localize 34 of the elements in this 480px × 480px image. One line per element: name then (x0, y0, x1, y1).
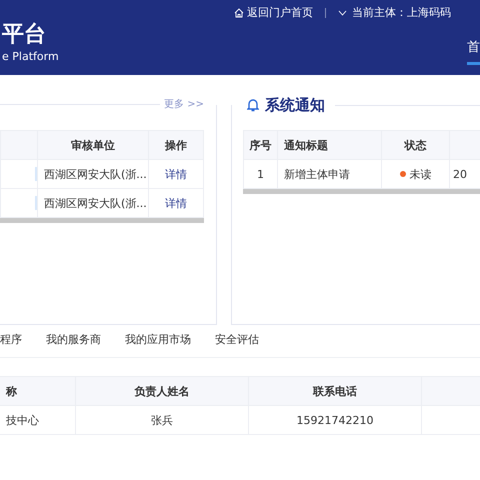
tab[interactable]: 我的服务商 (46, 331, 101, 349)
chevron-down-icon (338, 10, 347, 16)
status-text: 未读 (410, 166, 432, 182)
tab[interactable]: 安全评估 (215, 331, 259, 349)
table-cell: 技中心 (0, 406, 76, 434)
home-link[interactable]: 返回门户首页 (234, 5, 313, 20)
bell-icon (247, 98, 259, 112)
column-header: 称 (0, 377, 76, 405)
detail-link[interactable]: 详情 (165, 196, 187, 210)
column-header: 状态 (382, 131, 450, 159)
column-header: 审核单位 (38, 131, 149, 159)
table-cell: 1 (244, 160, 278, 188)
notice-title: 系统通知 (265, 96, 325, 114)
table-cell: 张兵 (76, 406, 249, 434)
table-cell: 西湖区网安大队(浙... (38, 189, 149, 217)
table-cell-text: 20 (452, 166, 468, 182)
platform-subtitle: e Platform (2, 50, 60, 63)
table-cell: 15921742210 (249, 406, 422, 434)
tab[interactable]: 我的应用市场 (125, 331, 191, 349)
entity-selector[interactable]: 当前主体：上海码码 (338, 5, 451, 20)
table-cell: 西湖区网安大队(浙... (38, 160, 149, 188)
scrollbar[interactable] (243, 189, 480, 194)
nav-tab[interactable]: 首 (467, 38, 480, 65)
column-header: 通知标题 (278, 131, 382, 159)
scrollbar[interactable] (0, 218, 204, 223)
column-header: 负责人姓名 (76, 377, 249, 405)
column-header: 联系电话 (249, 377, 422, 405)
tab[interactable]: 程序 (0, 331, 22, 349)
column-header: 操作 (164, 138, 188, 154)
column-header: 序号 (244, 131, 278, 159)
detail-link[interactable]: 详情 (165, 166, 187, 182)
platform-title: 平台 (2, 22, 47, 48)
home-icon (234, 8, 244, 18)
table-cell: 新增主体申请 (278, 160, 382, 188)
